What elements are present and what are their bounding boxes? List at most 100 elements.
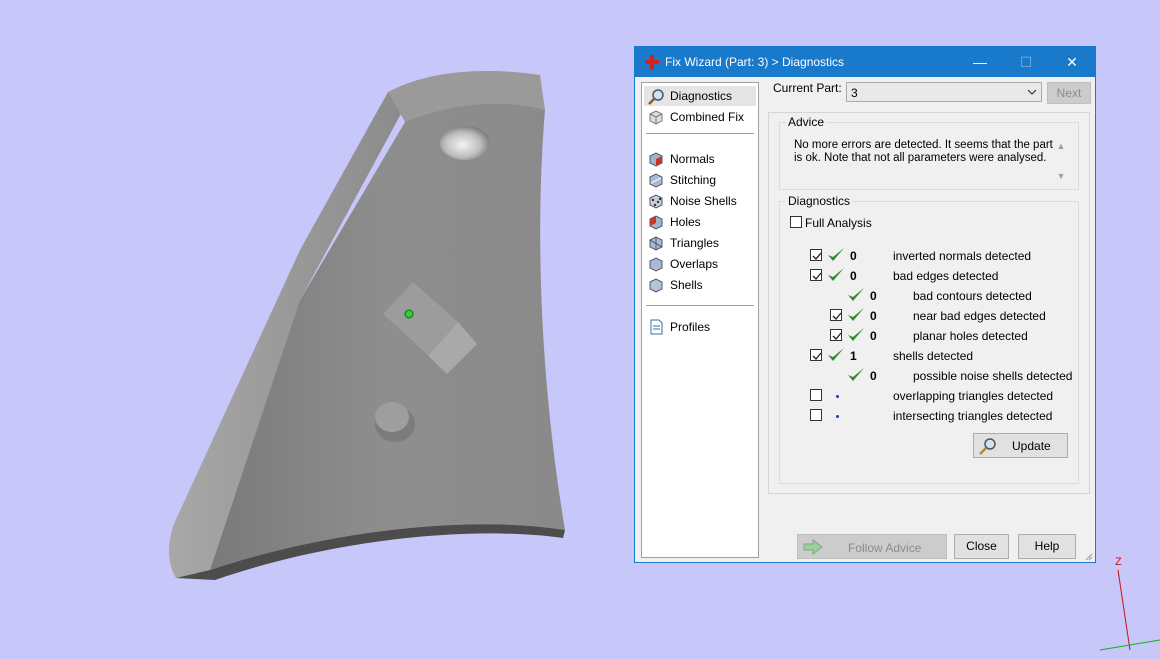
title-bar[interactable]: Fix Wizard (Part: 3) > Diagnostics — ☐ ✕: [635, 47, 1095, 77]
nav-item-profiles[interactable]: Profiles: [644, 317, 756, 337]
check-icon: [827, 347, 845, 363]
nav-item-diagnostics[interactable]: Diagnostics: [644, 86, 756, 106]
detected-count: 0: [870, 289, 877, 303]
advice-text: No more errors are detected. It seems th…: [794, 139, 1053, 164]
update-button[interactable]: Update: [973, 433, 1068, 458]
detected-count: 0: [870, 329, 877, 343]
document-icon: [648, 319, 664, 335]
stitching-icon: [648, 172, 664, 188]
diagnostic-label: bad edges detected: [893, 269, 999, 283]
fix-wizard-dialog: Fix Wizard (Part: 3) > Diagnostics — ☐ ✕…: [634, 46, 1096, 563]
overlaps-icon: [648, 256, 664, 272]
nav-item-stitching[interactable]: Stitching: [644, 170, 756, 190]
pending-dot-icon: [836, 395, 839, 398]
diagnostic-row: 0 planar holes detected: [780, 327, 1076, 345]
advice-scrollbar[interactable]: ▲ ▼: [1054, 139, 1068, 183]
resize-grip-icon[interactable]: [1083, 550, 1093, 561]
diagnostic-checkbox[interactable]: [830, 309, 842, 321]
diagnostic-label: planar holes detected: [913, 329, 1028, 343]
close-window-button[interactable]: ✕: [1049, 47, 1095, 77]
help-button[interactable]: Help: [1018, 534, 1076, 559]
diagnostic-label: near bad edges detected: [913, 309, 1046, 323]
diagnostics-title: Diagnostics: [786, 194, 853, 208]
advice-title: Advice: [786, 115, 827, 129]
follow-advice-label: Follow Advice: [848, 541, 922, 555]
detected-count: 0: [850, 269, 857, 283]
diagnostic-row: overlapping triangles detected: [780, 387, 1076, 405]
nav-label: Stitching: [670, 173, 717, 187]
current-part-select[interactable]: 3: [846, 82, 1042, 102]
diagnostic-checkbox[interactable]: [810, 409, 822, 421]
diagnostic-checkbox[interactable]: [830, 329, 842, 341]
arrow-right-icon: [802, 538, 824, 559]
divider: [646, 305, 754, 306]
check-icon: [847, 327, 865, 343]
nav-label: Profiles: [670, 320, 711, 334]
nav-label: Diagnostics: [670, 89, 733, 103]
diagnostic-checkbox[interactable]: [810, 349, 822, 361]
nav-label: Noise Shells: [670, 194, 737, 208]
divider: [646, 133, 754, 134]
magnifier-icon: [648, 88, 664, 105]
update-label: Update: [1012, 439, 1051, 453]
diagnostic-label: bad contours detected: [913, 289, 1032, 303]
z-axis-label: Z: [1115, 556, 1122, 568]
detected-count: 1: [850, 349, 857, 363]
diagnostic-row: intersecting triangles detected: [780, 407, 1076, 425]
full-analysis-checkbox[interactable]: [790, 216, 802, 228]
normals-icon: [648, 151, 664, 167]
diagnostic-row: 0 possible noise shells detected: [780, 367, 1076, 385]
check-icon: [827, 247, 845, 263]
nav-label: Normals: [670, 152, 715, 166]
nav-item-shells[interactable]: Shells: [644, 275, 756, 295]
diagnostic-label: shells detected: [893, 349, 974, 363]
nav-label: Shells: [670, 278, 703, 292]
fix-navigation: Diagnostics Combined Fix Normals Stitchi…: [641, 82, 759, 558]
nav-label: Overlaps: [670, 257, 719, 271]
diagnostic-row: 0 bad contours detected: [780, 287, 1076, 305]
follow-advice-button[interactable]: Follow Advice: [797, 534, 947, 559]
nav-item-triangles[interactable]: Triangles: [644, 233, 756, 253]
chevron-down-icon: [1025, 83, 1039, 101]
scroll-up-icon: ▲: [1056, 141, 1066, 151]
scroll-down-icon: ▼: [1056, 171, 1066, 181]
shells-icon: [648, 277, 664, 293]
app-cross-icon: [644, 54, 660, 70]
pending-dot-icon: [836, 415, 839, 418]
diagnostic-label: inverted normals detected: [893, 249, 1032, 263]
diagnostic-label: possible noise shells detected: [913, 369, 1073, 383]
diagnostic-row: 0 inverted normals detected: [780, 247, 1076, 265]
nav-label: Combined Fix: [670, 110, 745, 124]
nav-item-normals[interactable]: Normals: [644, 149, 756, 169]
nav-item-holes[interactable]: Holes: [644, 212, 756, 232]
diagnostic-checkbox[interactable]: [810, 389, 822, 401]
nav-item-combined-fix[interactable]: Combined Fix: [644, 107, 756, 127]
detected-count: 0: [870, 369, 877, 383]
full-analysis-label: Full Analysis: [805, 216, 872, 230]
diagnostic-row: 0 near bad edges detected: [780, 307, 1076, 325]
next-button[interactable]: Next: [1047, 82, 1091, 104]
close-button[interactable]: Close: [954, 534, 1009, 559]
current-part-label: Current Part:: [773, 81, 842, 95]
diagnostic-checkbox[interactable]: [810, 249, 822, 261]
magnifier-icon: [978, 437, 998, 460]
diagnostic-checkbox[interactable]: [810, 269, 822, 281]
nav-label: Triangles: [670, 236, 719, 250]
window-title: Fix Wizard (Part: 3) > Diagnostics: [665, 55, 845, 69]
maximize-button[interactable]: ☐: [1003, 47, 1049, 77]
diagnostics-panel: Advice No more errors are detected. It s…: [768, 112, 1090, 494]
diagnostics-group: Diagnostics Full Analysis 0 inverted norm…: [779, 194, 1079, 484]
nav-item-noise-shells[interactable]: Noise Shells: [644, 191, 756, 211]
nav-label: Holes: [670, 215, 701, 229]
check-icon: [847, 287, 865, 303]
nav-item-overlaps[interactable]: Overlaps: [644, 254, 756, 274]
diagnostic-label: intersecting triangles detected: [893, 409, 1053, 423]
minimize-button[interactable]: —: [957, 47, 1003, 77]
triangles-icon: [648, 235, 664, 251]
check-icon: [847, 307, 865, 323]
check-icon: [827, 267, 845, 283]
diagnostic-row: 1 shells detected: [780, 347, 1076, 365]
diagnostic-row: 0 bad edges detected: [780, 267, 1076, 285]
detected-count: 0: [850, 249, 857, 263]
holes-icon: [648, 214, 664, 230]
